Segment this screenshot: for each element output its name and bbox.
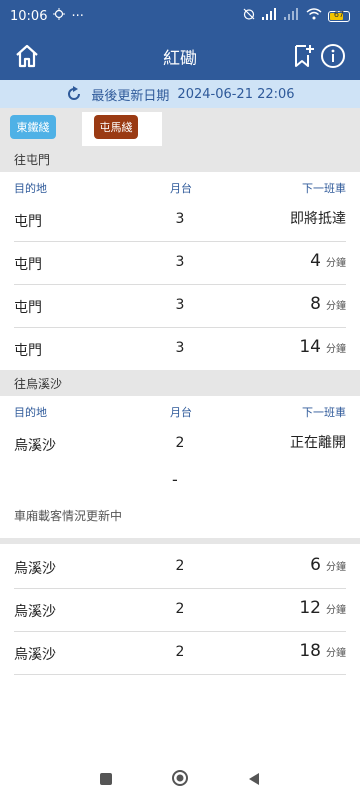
platform: 2 — [175, 435, 185, 451]
info-button[interactable] — [318, 41, 348, 71]
battery-percent: 67 — [333, 9, 345, 19]
minutes-unit: 分鐘 — [326, 648, 346, 659]
last-updated-bar[interactable]: 最後更新日期 2024-06-21 22:06 — [0, 80, 360, 108]
battery-icon: 67 — [328, 9, 350, 22]
next-train: 14 分鐘 — [299, 337, 346, 357]
minutes-unit: 分鐘 — [326, 605, 346, 616]
table-row: 烏溪沙 2 正在離開 — [14, 422, 346, 465]
info-icon — [321, 44, 345, 68]
alarm-off-icon — [242, 7, 256, 25]
next-train: 8 分鐘 — [310, 294, 346, 314]
minutes-unit: 分鐘 — [326, 258, 346, 269]
minutes: 12 — [299, 598, 321, 618]
destination: 烏溪沙 — [14, 647, 56, 663]
platform: 3 — [175, 340, 185, 356]
next-train: 正在離開 — [290, 432, 346, 452]
signal-icon — [262, 8, 278, 24]
table-row: 屯門 3 即將抵達 — [14, 198, 346, 242]
minutes: 4 — [310, 251, 321, 271]
back-triangle-icon — [249, 772, 259, 785]
table-row: 烏溪沙 2 18 分鐘 — [14, 631, 346, 675]
next-train-status: 正在離開 — [290, 435, 346, 451]
section-header-to-tuen-mun: 往屯門 — [0, 146, 360, 172]
platform: 2 — [175, 601, 185, 617]
placeholder-dash: - — [172, 470, 178, 489]
wifi-icon — [306, 8, 322, 24]
refresh-icon — [68, 86, 81, 100]
destination: 烏溪沙 — [14, 604, 56, 620]
next-train: 12 分鐘 — [299, 598, 346, 618]
location-crosshair-icon — [53, 8, 66, 24]
next-train: 即將抵達 — [290, 208, 346, 228]
header-destination: 目的地 — [14, 182, 47, 195]
line-tabs: 東鐵綫 屯馬綫 — [0, 108, 360, 146]
tab-tuen-ma-line[interactable]: 屯馬綫 — [94, 115, 138, 139]
table-row: 屯門 3 4 分鐘 — [14, 241, 346, 285]
signal-2-icon — [284, 8, 300, 24]
home-nav-button[interactable] — [171, 769, 189, 791]
bookmark-add-icon — [295, 45, 314, 67]
last-updated-datetime: 2024-06-21 22:06 — [177, 86, 295, 102]
header-destination: 目的地 — [14, 406, 47, 419]
app-bar: 紅磡 — [0, 32, 360, 80]
status-bar: 10:06 ··· 67 — [0, 0, 360, 32]
last-updated-label: 最後更新日期 — [91, 88, 170, 104]
table-row: 烏溪沙 2 6 分鐘 — [14, 545, 346, 589]
destination: 烏溪沙 — [14, 561, 56, 577]
platform: 3 — [175, 297, 185, 313]
system-nav-bar — [0, 760, 360, 800]
platform: 3 — [175, 254, 185, 270]
next-train: 18 分鐘 — [299, 641, 346, 661]
column-headers: 目的地 月台 下一班車 — [0, 398, 360, 422]
tab-east-rail-line[interactable]: 東鐵綫 — [10, 115, 56, 139]
destination: 屯門 — [14, 214, 42, 230]
minutes-unit: 分鐘 — [326, 301, 346, 312]
table-row: 烏溪沙 2 12 分鐘 — [14, 588, 346, 632]
next-train: 6 分鐘 — [310, 555, 346, 575]
section-header-to-wu-kai-sha: 往烏溪沙 — [0, 370, 360, 396]
header-platform: 月台 — [170, 406, 192, 419]
column-headers: 目的地 月台 下一班車 — [0, 174, 360, 198]
back-button[interactable] — [247, 771, 261, 790]
header-next-train: 下一班車 — [302, 406, 346, 419]
minutes-unit: 分鐘 — [326, 344, 346, 355]
next-train-status: 即將抵達 — [290, 211, 346, 227]
status-time: 10:06 — [10, 8, 48, 24]
recent-apps-button[interactable] — [99, 771, 113, 790]
circle-icon — [172, 770, 188, 786]
table-row: 屯門 3 8 分鐘 — [14, 284, 346, 328]
section-divider — [0, 538, 360, 544]
destination: 屯門 — [14, 343, 42, 359]
destination: 屯門 — [14, 257, 42, 273]
bookmark-add-button[interactable] — [288, 41, 318, 71]
destination: 屯門 — [14, 300, 42, 316]
minutes: 8 — [310, 294, 321, 314]
square-icon — [100, 772, 112, 785]
destination: 烏溪沙 — [14, 438, 56, 454]
minutes: 6 — [310, 555, 321, 575]
occupancy-status: 車廂載客情況更新中 — [14, 509, 123, 523]
minutes-unit: 分鐘 — [326, 562, 346, 573]
platform: 2 — [175, 644, 185, 660]
header-next-train: 下一班車 — [302, 182, 346, 195]
next-train: 4 分鐘 — [310, 251, 346, 271]
platform: 3 — [175, 211, 185, 227]
table-row: 屯門 3 14 分鐘 — [14, 327, 346, 371]
more-notifications-icon: ··· — [71, 8, 84, 24]
minutes: 18 — [299, 641, 321, 661]
platform: 2 — [175, 558, 185, 574]
minutes: 14 — [299, 337, 321, 357]
header-platform: 月台 — [170, 182, 192, 195]
